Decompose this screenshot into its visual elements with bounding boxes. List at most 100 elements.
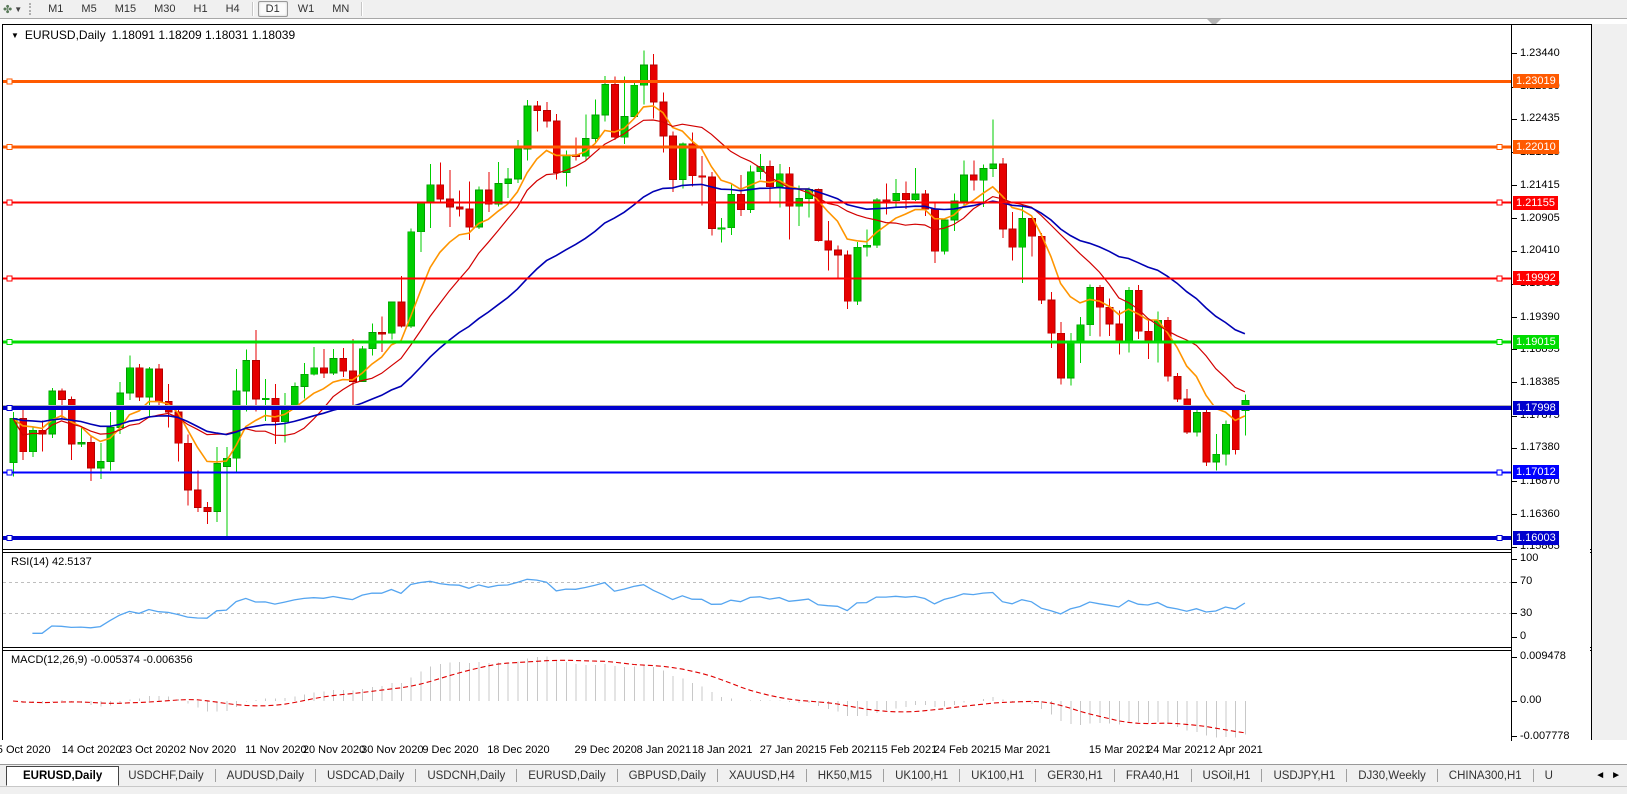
chart-tab-DJ30-Weekly[interactable]: DJ30,Weekly [1349, 768, 1435, 784]
hline-price-badge: 1.16003 [1513, 531, 1559, 545]
chart-tab-CHINA300-H1[interactable]: CHINA300,H1 [1440, 768, 1531, 784]
chart-tab-FRA40-H1[interactable]: FRA40,H1 [1117, 768, 1189, 784]
price-axis[interactable]: 1.234401.229301.224351.219251.214151.209… [1511, 25, 1590, 741]
chart-tab-UK100-H1[interactable]: UK100,H1 [886, 768, 957, 784]
hline-price-badge: 1.23019 [1513, 74, 1559, 88]
rsi-line [32, 579, 1245, 633]
mt4-window: ✤ ▼ M1M5M15M30H1H4 D1W1MN ▼ EURUSD,Daily… [0, 0, 1627, 794]
hline-price-badge: 1.19015 [1513, 335, 1559, 349]
toolbar: ✤ ▼ M1M5M15M30H1H4 D1W1MN [0, 0, 1627, 19]
chart-ohlc-values: 1.18091 1.18209 1.18031 1.18039 [112, 28, 296, 42]
price-tick-label: 1.19390 [1520, 311, 1560, 323]
chart-tab-AUDUSD-Daily[interactable]: AUDUSD,Daily [218, 768, 313, 784]
tab-separator [415, 769, 416, 782]
price-tick-label: 1.20905 [1520, 212, 1560, 224]
chart-symbol-label: EURUSD,Daily [25, 28, 106, 42]
timeframe-button-W1[interactable]: W1 [290, 1, 323, 17]
tab-separator [1261, 769, 1262, 782]
rsi-tick-label: 30 [1520, 607, 1532, 619]
tab-scroll-left-icon[interactable]: ◄ [1595, 770, 1605, 781]
price-tick-label: 1.20410 [1520, 244, 1560, 256]
timeframe-button-M1[interactable]: M1 [40, 1, 71, 17]
chart-tab-USDCNH-Daily[interactable]: USDCNH,Daily [418, 768, 514, 784]
axis-tick-mark [1512, 382, 1517, 383]
tab-separator [617, 769, 618, 782]
tab-scroll-right-icon[interactable]: ► [1611, 770, 1621, 781]
cursor-icon: ✤ [3, 3, 12, 16]
axis-tick-mark [1512, 613, 1517, 614]
toolbar-separator [361, 2, 363, 16]
tab-separator [1114, 769, 1115, 782]
tab-separator [959, 769, 960, 782]
timeframe-button-MN[interactable]: MN [324, 1, 357, 17]
axis-tick-mark [1512, 637, 1517, 638]
timeframe-button-D1[interactable]: D1 [258, 1, 288, 17]
tab-separator [806, 769, 807, 782]
macd-panel[interactable]: MACD(12,26,9) -0.005374 -0.006356 [3, 651, 1591, 739]
price-chart[interactable] [3, 25, 1511, 549]
axis-tick-mark [1512, 185, 1517, 186]
timeframe-button-M5[interactable]: M5 [73, 1, 104, 17]
tab-separator [1035, 769, 1036, 782]
tab-separator [1191, 769, 1192, 782]
price-tick-label: 1.21415 [1520, 179, 1560, 191]
chart-tab-GER30-H1[interactable]: GER30,H1 [1038, 768, 1112, 784]
chart-tab-EURUSD-Daily[interactable]: EURUSD,Daily [6, 766, 119, 786]
rsi-tick-label: 100 [1520, 552, 1538, 564]
axis-tick-mark [1512, 514, 1517, 515]
macd-tick-label: 0.00 [1520, 694, 1541, 706]
toolbar-grip-handle[interactable] [29, 3, 34, 15]
macd-signal-line [13, 660, 1245, 733]
tab-separator [717, 769, 718, 782]
chart-tab-USOil-H1[interactable]: USOil,H1 [1194, 768, 1260, 784]
axis-tick-mark [1512, 582, 1517, 583]
tab-separator [1437, 769, 1438, 782]
timeframe-button-H4[interactable]: H4 [218, 1, 248, 17]
timeframe-button-M30[interactable]: M30 [146, 1, 183, 17]
toolbar-separator [252, 2, 254, 16]
tabbar-bottom-strip [0, 786, 1627, 794]
tab-separator [215, 769, 216, 782]
axis-tick-mark [1512, 349, 1517, 350]
tab-separator [1533, 769, 1534, 782]
price-tick-label: 1.16360 [1520, 508, 1560, 520]
macd-chart [3, 651, 1511, 739]
price-panel[interactable]: ▼ EURUSD,Daily 1.18091 1.18209 1.18031 1… [3, 25, 1591, 549]
chart-tab-USDCAD-Daily[interactable]: USDCAD,Daily [318, 768, 413, 784]
date-axis[interactable]: 5 Oct 202014 Oct 202023 Oct 20202 Nov 20… [2, 740, 1627, 764]
timeframe-button-H1[interactable]: H1 [186, 1, 216, 17]
chart-title: ▼ EURUSD,Daily 1.18091 1.18209 1.18031 1… [11, 28, 295, 42]
hline-price-badge: 1.17998 [1513, 401, 1559, 415]
chart-tab-GBPUSD-Daily[interactable]: GBPUSD,Daily [620, 768, 715, 784]
tab-separator [883, 769, 884, 782]
chart-tab-XAUUSD-H4[interactable]: XAUUSD,H4 [720, 768, 804, 784]
chart-tab-HK50-M15[interactable]: HK50,M15 [809, 768, 881, 784]
axis-tick-mark [1512, 416, 1517, 417]
axis-tick-mark [1512, 119, 1517, 120]
axis-tick-mark [1512, 701, 1517, 702]
hline-price-badge: 1.19992 [1513, 271, 1559, 285]
price-tick-label: 1.22435 [1520, 112, 1560, 124]
hline-price-badge: 1.17012 [1513, 465, 1559, 479]
price-tick-label: 1.17380 [1520, 441, 1560, 453]
chart-tab-EURUSD-Daily[interactable]: EURUSD,Daily [519, 768, 614, 784]
axis-tick-mark [1512, 317, 1517, 318]
chart-menu-icon[interactable]: ▼ [11, 31, 19, 40]
tab-separator [315, 769, 316, 782]
chart-tab-UK100-H1[interactable]: UK100,H1 [962, 768, 1033, 784]
rsi-panel[interactable]: RSI(14) 42.5137 [3, 553, 1591, 647]
price-tick-label: 1.23440 [1520, 47, 1560, 59]
chart-tab-USDCHF-Daily[interactable]: USDCHF,Daily [119, 768, 212, 784]
chart-tab-U[interactable]: U [1536, 768, 1562, 784]
rsi-chart [3, 553, 1511, 647]
chevron-down-icon: ▼ [14, 5, 22, 14]
chart-tab-USDJPY-H1[interactable]: USDJPY,H1 [1264, 768, 1344, 784]
rsi-tick-label: 0 [1520, 630, 1526, 642]
hline-price-badge: 1.22010 [1513, 140, 1559, 154]
crosshair-tool-icon[interactable]: ✤ ▼ [0, 3, 26, 16]
rsi-tick-label: 70 [1520, 575, 1532, 587]
price-tick-label: 1.18385 [1520, 376, 1560, 388]
timeframe-button-M15[interactable]: M15 [107, 1, 144, 17]
macd-tick-label: 0.009478 [1520, 650, 1566, 662]
axis-tick-mark [1512, 218, 1517, 219]
